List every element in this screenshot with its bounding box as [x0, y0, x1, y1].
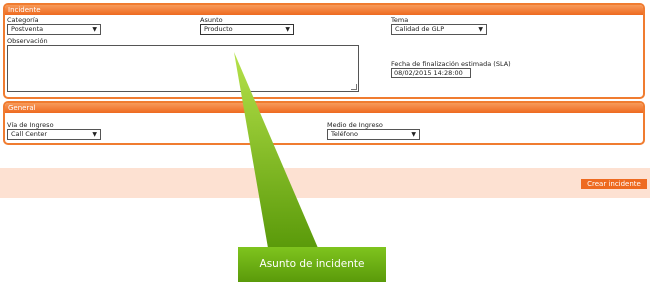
callout-arrow-icon: [234, 52, 318, 248]
callout-label: Asunto de incidente: [238, 247, 386, 282]
